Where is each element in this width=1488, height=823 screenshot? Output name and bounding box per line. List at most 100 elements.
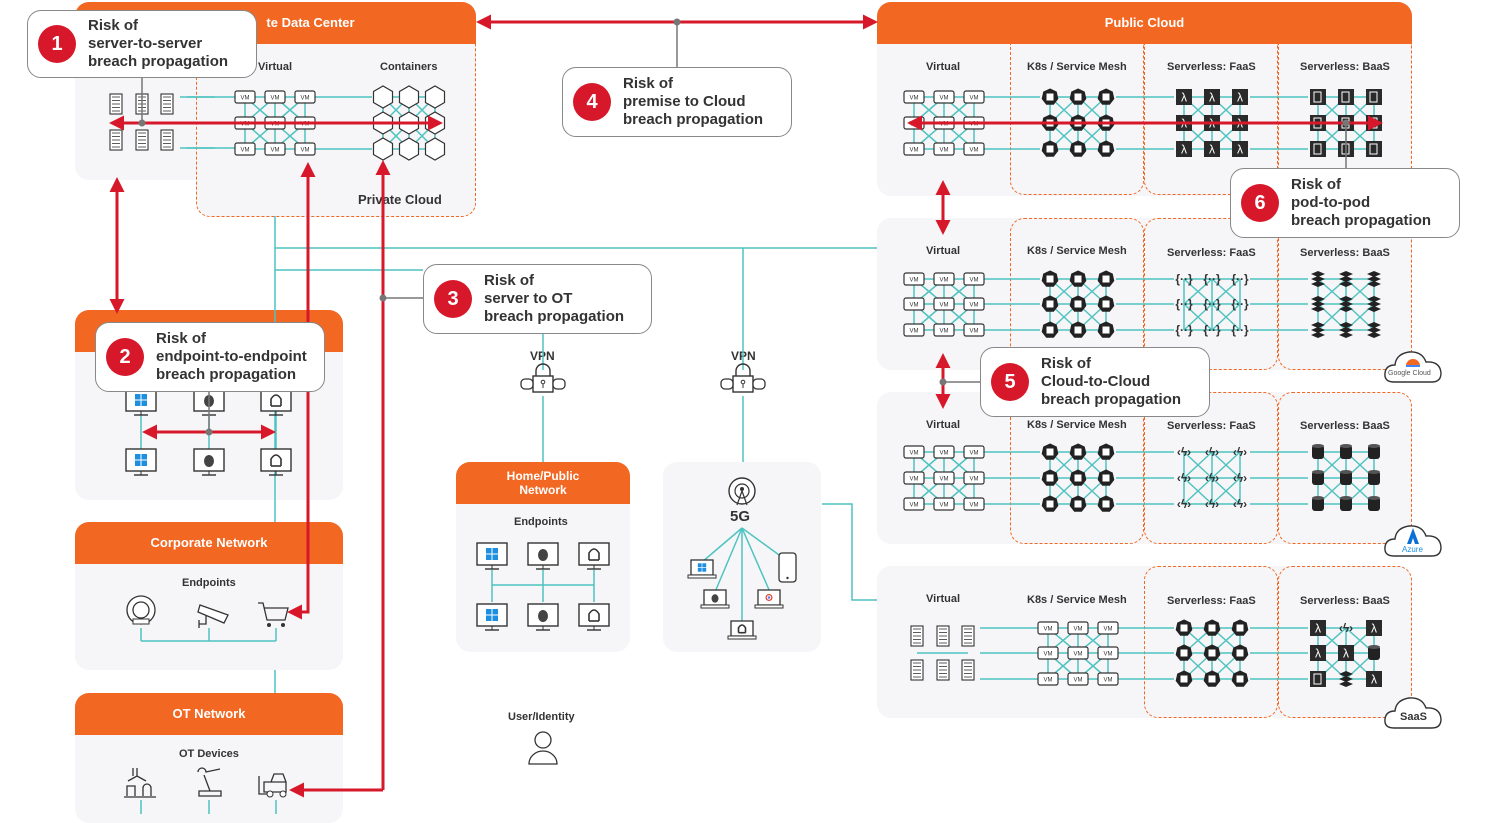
breach-propagation-diagram: te Data Center Virtual Containers Privat…	[0, 0, 1488, 823]
kubernetes-pod-icon	[1069, 270, 1087, 287]
icon-layer: VM VM VM VM VM VM VM VM VM VM VM VM VM VM VM VM VM VM λ λ λ λ…	[109, 85, 1382, 798]
callout-3-text: Risk of server to OT breach propagation	[484, 272, 625, 325]
linux-desktop-icon	[578, 542, 610, 570]
vm-icon: VM	[963, 323, 985, 337]
vm-icon: VM	[234, 90, 256, 104]
apple-desktop-icon	[527, 603, 559, 631]
vm-icon: VM	[933, 272, 955, 286]
server-icon	[910, 625, 924, 647]
lambda-function-icon: λ	[1366, 671, 1382, 687]
database-service-icon	[1366, 89, 1382, 105]
function-braces-icon: {··}	[1231, 323, 1249, 337]
vm-icon: VM	[903, 297, 925, 311]
svg-text:λ: λ	[1209, 91, 1215, 105]
svg-text:VM: VM	[970, 303, 979, 309]
svg-text:VM: VM	[940, 329, 949, 335]
vm-icon: VM	[963, 471, 985, 485]
server-icon	[961, 659, 975, 681]
kubernetes-pod-icon	[1097, 321, 1115, 338]
linux-laptop-icon	[727, 620, 757, 640]
google-cloud-label: Google Cloud	[1388, 370, 1431, 377]
kubernetes-pod-icon	[1069, 443, 1087, 460]
google-cloud-badge: Google Cloud	[1382, 346, 1444, 386]
layers-stack-icon	[1311, 296, 1325, 312]
vm-icon: VM	[963, 497, 985, 511]
kubernetes-pod-icon	[1041, 88, 1059, 105]
azure-function-icon: ‹ϟ›	[1205, 497, 1219, 511]
svg-text:VM: VM	[241, 148, 250, 154]
kubernetes-pod-icon	[1175, 670, 1193, 687]
azure-function-icon: ‹ϟ›	[1177, 445, 1191, 459]
layers-stack-icon	[1339, 322, 1353, 338]
lambda-function-icon: λ	[1204, 89, 1220, 105]
kubernetes-pod-icon	[1041, 321, 1059, 338]
svg-text:VM: VM	[970, 477, 979, 483]
apple-desktop-icon	[527, 542, 559, 570]
azure-function-icon: ‹ϟ›	[1205, 445, 1219, 459]
vm-icon: VM	[1067, 621, 1089, 635]
server-icon	[160, 129, 174, 151]
container-icon	[398, 85, 420, 109]
google-cloud-icon	[1384, 351, 1442, 383]
svg-text:VM: VM	[970, 503, 979, 509]
azure-function-icon: ‹ϟ›	[1233, 445, 1247, 459]
svg-text:λ: λ	[1343, 647, 1349, 661]
svg-text:VM: VM	[940, 96, 949, 102]
kubernetes-pod-icon	[1231, 619, 1249, 636]
kubernetes-pod-icon	[1203, 644, 1221, 661]
vm-icon: VM	[933, 142, 955, 156]
vm-icon: VM	[1097, 672, 1119, 686]
linux-desktop-icon	[260, 388, 292, 416]
layers-stack-icon	[1339, 271, 1353, 287]
vm-icon: VM	[903, 471, 925, 485]
kubernetes-pod-icon	[1097, 140, 1115, 157]
azure-function-icon: ‹ϟ›	[1177, 497, 1191, 511]
svg-text:VM: VM	[1104, 678, 1113, 684]
mri-scanner-icon	[126, 595, 156, 625]
callout-5-text: Risk of Cloud-to-Cloud breach propagation	[1041, 355, 1182, 408]
layers-stack-icon	[1367, 296, 1381, 312]
database-cylinder-icon	[1340, 444, 1352, 459]
kubernetes-pod-icon	[1097, 469, 1115, 486]
callout-1-badge: 1	[38, 25, 76, 63]
database-cylinder-icon	[1368, 470, 1380, 485]
svg-text:VM: VM	[970, 96, 979, 102]
database-cylinder-icon	[1340, 470, 1352, 485]
robotic-arm-icon	[197, 767, 222, 797]
svg-text:λ: λ	[1371, 673, 1377, 687]
callout-6-badge: 6	[1241, 184, 1279, 222]
kubernetes-pod-icon	[1097, 270, 1115, 287]
callout-anchor-dot	[673, 18, 681, 26]
callout-anchor-dot	[939, 378, 947, 386]
vm-icon: VM	[903, 142, 925, 156]
database-service-icon	[1310, 89, 1326, 105]
callout-anchor-dot	[379, 294, 387, 302]
5g-tower-icon	[728, 477, 756, 506]
svg-text:VM: VM	[940, 477, 949, 483]
svg-text:VM: VM	[301, 96, 310, 102]
svg-text:VM: VM	[970, 451, 979, 457]
callout-5: 5 Risk of Cloud-to-Cloud breach propagatio…	[980, 347, 1210, 417]
svg-text:VM: VM	[910, 329, 919, 335]
kubernetes-pod-icon	[1041, 495, 1059, 512]
kubernetes-pod-icon	[1231, 670, 1249, 687]
kubernetes-pod-icon	[1069, 140, 1087, 157]
network-link	[714, 527, 743, 593]
function-braces-icon: {··}	[1175, 297, 1193, 311]
server-icon	[135, 129, 149, 151]
lambda-function-icon: λ	[1232, 141, 1248, 157]
kubernetes-pod-icon	[1041, 295, 1059, 312]
callout-1: 1 Risk of server-to-server breach propagat…	[27, 10, 257, 78]
saas-badge: SaaS	[1382, 692, 1444, 732]
svg-text:VM: VM	[940, 278, 949, 284]
azure-function-icon: ‹ϟ›	[1233, 497, 1247, 511]
database-service-icon	[1310, 671, 1326, 687]
function-braces-icon: {··}	[1175, 272, 1193, 286]
container-icon	[372, 137, 394, 161]
svg-text:VM: VM	[910, 303, 919, 309]
vm-icon: VM	[903, 90, 925, 104]
kubernetes-pod-icon	[1231, 644, 1249, 661]
svg-text:VM: VM	[970, 329, 979, 335]
vm-icon: VM	[1097, 646, 1119, 660]
lambda-function-icon: λ	[1338, 645, 1354, 661]
